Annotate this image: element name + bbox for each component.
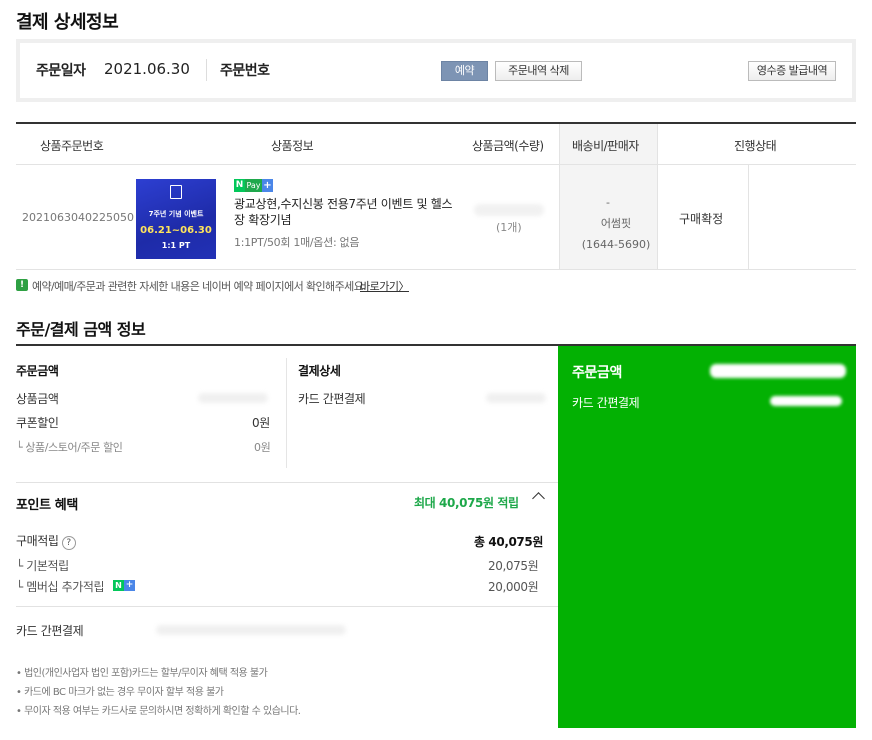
product-name-link[interactable]: 광교상현,수지신봉 전용7주년 이벤트 및 헬스장 확장기념 xyxy=(234,196,459,228)
product-amount-label: 상품금액 xyxy=(16,392,59,406)
basic-point-label: └ 기본적립 xyxy=(16,559,69,573)
card-info-redacted xyxy=(156,625,346,635)
question-icon[interactable]: ? xyxy=(61,536,76,550)
coupon-discount-value: 0원 xyxy=(252,416,270,430)
gift-icon xyxy=(170,185,182,199)
summary-card-easy-pay-label: 카드 간편결제 xyxy=(572,396,640,410)
chevron-up-icon[interactable] xyxy=(532,492,545,505)
divider xyxy=(206,59,207,81)
card-easy-pay-label-2: 카드 간편결제 xyxy=(16,624,84,638)
total-amount-redacted xyxy=(710,364,846,378)
product-thumbnail[interactable]: 7주년 기념 이벤트 06.21~06.30 1:1 PT xyxy=(136,179,216,259)
header-price-qty: 상품금액(수량) xyxy=(472,139,544,153)
divider xyxy=(748,165,749,269)
header-product-info: 상품정보 xyxy=(271,139,314,153)
shipping-fee: - xyxy=(606,196,610,209)
order-date-value: 2021.06.30 xyxy=(104,60,190,78)
note-interest-free: • 무이자 적용 여부는 카드사로 문의하시면 정확하게 확인할 수 있습니다. xyxy=(16,706,301,717)
coupon-discount-label: 쿠폰할인 xyxy=(16,416,59,430)
page-title: 결제 상세정보 xyxy=(16,12,119,33)
max-point-text[interactable]: 최대 40,075원 적립 xyxy=(414,494,519,511)
notice-text: 예약/예매/주문과 관련한 자세한 내용은 네이버 예약 페이지에서 확인해주세… xyxy=(32,280,367,293)
store-discount-label: └ 상품/스토어/주문 할인 xyxy=(16,441,123,454)
divider xyxy=(286,358,287,468)
naver-n-icon: N xyxy=(113,580,124,591)
header-status: 진행상태 xyxy=(734,139,777,153)
card-amount-redacted xyxy=(486,393,546,403)
divider xyxy=(16,269,856,270)
purchase-point-row: 구매적립? xyxy=(16,532,76,550)
purchase-point-label: 구매적립 xyxy=(16,534,59,548)
amount-info-area: 주문금액 상품금액 쿠폰할인 0원 └ 상품/스토어/주문 할인 0원 결제상세… xyxy=(16,344,856,728)
plus-icon: + xyxy=(262,179,273,192)
order-amount-summary-panel: 주문금액 카드 간편결제 xyxy=(558,346,856,728)
order-summary-box: 주문일자 2021.06.30 주문번호 예약 주문내역 삭제 영수증 발급내역 xyxy=(16,39,856,102)
pay-label: Pay xyxy=(245,179,262,192)
payment-detail-label: 결제상세 xyxy=(298,364,341,378)
plus-icon: + xyxy=(124,580,135,591)
receipt-history-button[interactable]: 영수증 발급내역 xyxy=(748,61,836,81)
basic-point-value: 20,075원 xyxy=(488,559,539,573)
order-number-label: 주문번호 xyxy=(220,63,270,79)
seller-name: 어썸핏 xyxy=(600,217,632,230)
header-product-no: 상품주문번호 xyxy=(40,139,104,153)
product-option: 1:1PT/50회 1매/옵션: 없음 xyxy=(234,236,360,249)
go-to-reservation-link[interactable]: 바로가기〉 xyxy=(360,278,409,294)
exclamation-icon: ! xyxy=(16,279,28,291)
order-date-label: 주문일자 xyxy=(36,63,86,79)
order-amount-label: 주문금액 xyxy=(16,364,59,378)
thumbnail-product: 1:1 PT xyxy=(161,241,191,250)
product-amount-redacted xyxy=(198,393,268,403)
member-point-label: └ 멤버십 추가적립 xyxy=(16,580,105,594)
product-order-number: 2021063040225050 xyxy=(22,211,134,224)
note-corporate-card: • 법인(개인사업자 법인 포함)카드는 할부/무이자 혜택 적용 불가 xyxy=(16,668,268,679)
summary-card-amount-redacted xyxy=(770,396,842,406)
delete-order-button[interactable]: 주문내역 삭제 xyxy=(495,61,582,81)
header-shipping-seller: 배송비/판매자 xyxy=(572,139,639,153)
divider xyxy=(16,482,558,483)
card-easy-pay-label: 카드 간편결제 xyxy=(298,392,366,406)
purchase-point-value: 총 40,075원 xyxy=(474,535,543,549)
member-point-value: 20,000원 xyxy=(488,580,539,594)
order-status: 구매확정 xyxy=(679,212,724,226)
point-benefit-title: 포인트 혜택 xyxy=(16,498,78,513)
table-header: 상품주문번호 상품정보 상품금액(수량) 배송비/판매자 진행상태 xyxy=(16,124,856,165)
divider xyxy=(16,606,558,607)
seller-phone: (1644-5690) xyxy=(581,238,651,251)
quantity: (1개) xyxy=(496,221,522,234)
naver-n-icon: N xyxy=(234,179,245,192)
thumbnail-text: 7주년 기념 이벤트 xyxy=(148,210,204,218)
price-redacted xyxy=(474,204,544,216)
amount-section-title: 주문/결제 금액 정보 xyxy=(16,320,146,339)
summary-title: 주문금액 xyxy=(572,365,622,381)
product-table: 상품주문번호 상품정보 상품금액(수량) 배송비/판매자 진행상태 202106… xyxy=(16,122,856,270)
store-discount-value: 0원 xyxy=(254,441,271,454)
thumbnail-date: 06.21~06.30 xyxy=(140,225,212,236)
note-bc-mark: • 카드에 BC 마크가 없는 경우 무이자 할부 적용 불가 xyxy=(16,687,224,698)
reserve-button[interactable]: 예약 xyxy=(441,61,488,81)
